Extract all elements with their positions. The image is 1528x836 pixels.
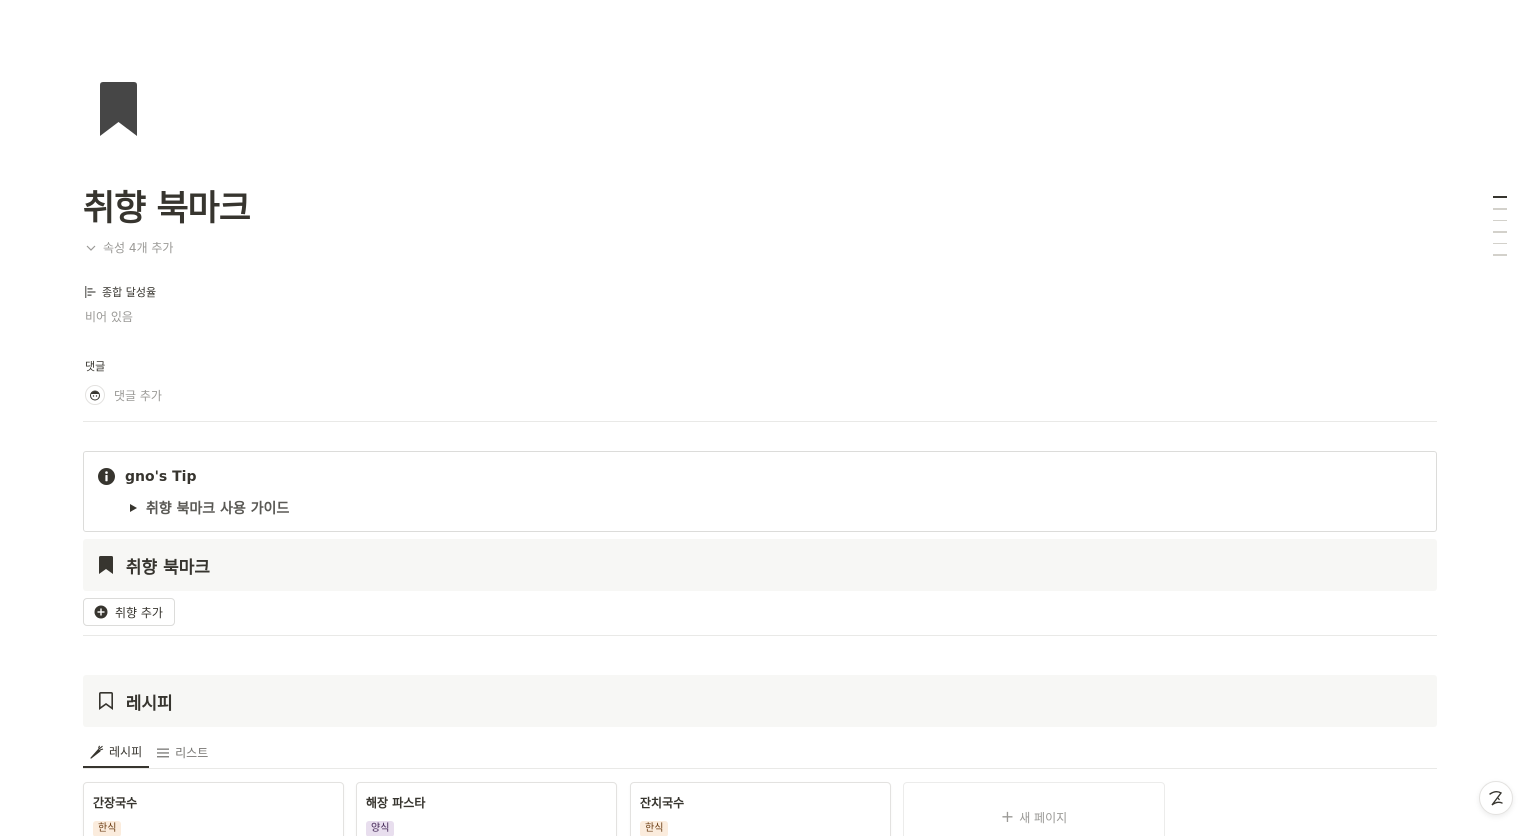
help-icon — [1489, 791, 1503, 806]
bookmark-outline-icon — [99, 692, 113, 710]
add-bookmark-label: 취향 추가 — [115, 605, 163, 620]
view-tabs: 레시피 리스트 — [83, 737, 215, 768]
bookmark-icon — [100, 82, 137, 136]
category-tag: 양식 — [366, 821, 395, 836]
info-icon — [98, 468, 115, 485]
add-bookmark-button[interactable]: 취향 추가 — [83, 598, 175, 626]
tabs-divider — [83, 768, 1437, 769]
callout-title: gno's Tip — [125, 469, 197, 485]
new-page-button[interactable]: + 새 페이지 — [903, 782, 1165, 836]
toc-line[interactable] — [1493, 231, 1507, 233]
property-label[interactable]: 종합 달성율 — [85, 284, 156, 300]
category-tag: 한식 — [93, 821, 122, 836]
rollup-icon — [85, 286, 96, 298]
card-title: 간장국수 — [93, 796, 138, 810]
guide-toggle[interactable]: 취향 북마크 사용 가이드 — [130, 498, 289, 518]
tip-callout: gno's Tip 취향 북마크 사용 가이드 — [83, 451, 1437, 532]
bookmark-divider — [83, 635, 1437, 636]
plus-circle-icon — [94, 605, 108, 619]
bookmark-section-header: 취향 북마크 — [83, 539, 1437, 591]
tab-list[interactable]: 리스트 — [149, 737, 215, 768]
recipe-card[interactable]: 잔치국수 한식 — [630, 782, 891, 836]
toc-line[interactable] — [1493, 219, 1507, 221]
tab-list-label: 리스트 — [175, 746, 209, 760]
tab-recipe[interactable]: 레시피 — [83, 737, 150, 768]
recipe-section-title: 레시피 — [126, 693, 173, 714]
toggle-triangle-icon[interactable] — [130, 504, 137, 512]
add-comment-input[interactable]: 댓글 추가 — [114, 387, 162, 404]
properties-divider — [83, 421, 1437, 422]
page-title: 취향 북마크 — [83, 189, 251, 229]
bookmark-section-title: 취향 북마크 — [126, 557, 211, 578]
toc-line[interactable] — [1493, 208, 1507, 210]
recipe-card[interactable]: 해장 파스타 양식 — [356, 782, 617, 836]
plus-icon: + — [1000, 807, 1015, 826]
recipe-section-header: 레시피 — [83, 675, 1437, 727]
toc-line[interactable] — [1493, 242, 1507, 244]
add-properties-toggle[interactable]: 속성 4개 추가 — [85, 239, 173, 256]
avatar — [85, 385, 105, 405]
property-value[interactable]: 비어 있음 — [85, 308, 133, 325]
chevron-down-icon — [86, 245, 96, 251]
user-avatar-icon — [90, 390, 100, 401]
category-tag: 한식 — [640, 821, 669, 836]
card-title: 해장 파스타 — [366, 796, 426, 810]
tab-recipe-label: 레시피 — [109, 745, 143, 759]
recipe-card[interactable]: 간장국수 한식 — [83, 782, 344, 836]
bookmark-icon — [99, 556, 113, 574]
add-comment-row[interactable]: 댓글 추가 — [85, 385, 162, 405]
toc-line[interactable] — [1493, 196, 1507, 198]
list-icon — [157, 748, 170, 757]
toc-line[interactable] — [1493, 254, 1507, 256]
add-properties-label: 속성 4개 추가 — [103, 241, 174, 255]
table-of-contents[interactable] — [1493, 196, 1507, 256]
carrot-icon — [90, 745, 104, 759]
card-title: 잔치국수 — [640, 796, 685, 810]
guide-toggle-label: 취향 북마크 사용 가이드 — [146, 501, 290, 517]
comments-label: 댓글 — [85, 360, 106, 373]
help-button[interactable] — [1479, 781, 1513, 815]
new-page-label: 새 페이지 — [1019, 810, 1068, 825]
property-label-text: 종합 달성율 — [102, 286, 157, 299]
